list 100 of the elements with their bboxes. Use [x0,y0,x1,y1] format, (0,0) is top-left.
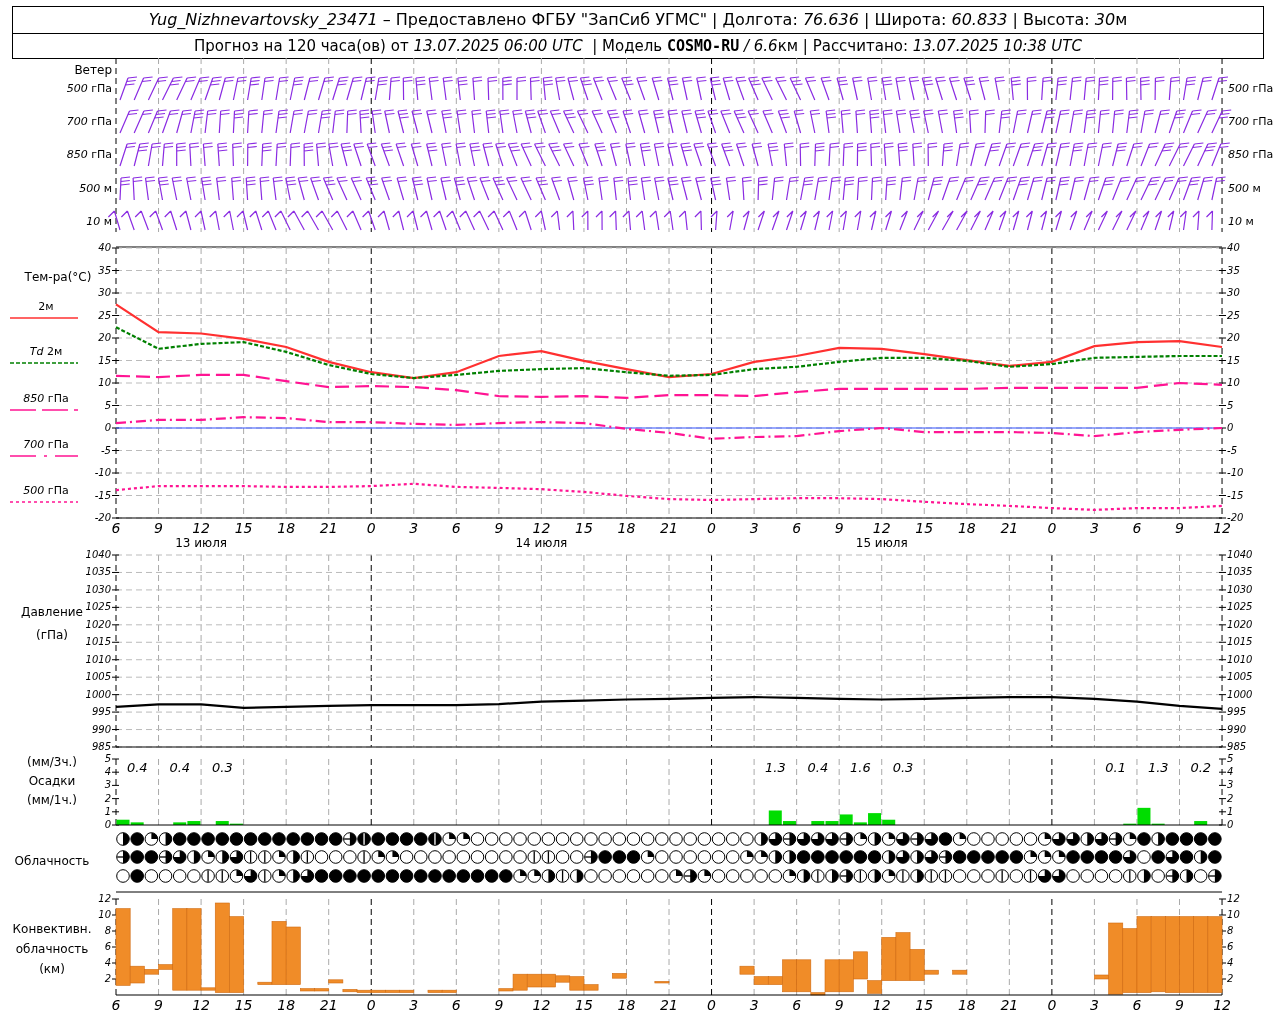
y-tick-label: 990 [1227,723,1247,735]
y-tick-label: 0 [1227,422,1234,433]
y-tick-label: 0 [104,819,111,828]
x-tick-label: 15 [915,997,934,1013]
forecast-info: Прогноз на 120 часа(ов) от 13.07.2025 06:00 UTC | Модель COSMO-RU / 6.6км | Рассчитано: 13.07.2025 10:38 UTC [13,33,1263,58]
y-tick-label: 1 [1227,805,1234,817]
y-tick-label: 1025 [85,601,111,613]
y-tick-label: 0 [1227,819,1234,828]
cloudiness-label: Облачность [14,854,90,868]
temperature-label: Тем-ра(°С) [24,270,92,284]
y-tick-label: 10 [1227,377,1240,388]
x-tick-label: 3 [1089,997,1099,1013]
x-tick-label: 21 [319,520,338,536]
x-tick-label: 9 [1175,997,1184,1013]
x-tick-label: 21 [660,997,678,1013]
x-tick-label: 9 [834,520,844,536]
y-tick-label: 8 [104,925,111,936]
x-tick-label: 12 [872,520,891,536]
y-tick-label: 20 [98,332,111,343]
x-tick-label: 18 [277,997,296,1013]
y-tick-label: 12 [98,893,111,904]
y-tick-label: 1010 [1227,653,1253,665]
x-tick-label: 15 [234,997,253,1013]
y-tick-label: 35 [1227,264,1240,276]
level-label: 10 м [1228,215,1254,229]
x-tick-label: 9 [154,520,163,536]
y-tick-label: 995 [1227,706,1247,718]
y-tick-label: 6 [1227,941,1234,952]
x-tick-label: 21 [1000,997,1019,1013]
y-tick-label: 10 [98,377,111,388]
level-label: 500 м [1228,182,1261,196]
level-label: 500 гПа [66,82,112,96]
y-tick-label: 1000 [1227,688,1253,700]
x-tick-label: 3 [409,997,419,1013]
x-tick-label: 6 [111,520,121,536]
precipitation-amount: 0.4 [126,759,148,775]
x-tick-label: 0 [707,520,716,536]
x-tick-label: 3 [1089,520,1099,536]
x-tick-label: 3 [749,997,759,1013]
legend-label: Td 2м [29,345,63,359]
y-tick-label: 990 [91,723,111,735]
y-tick-label: 1035 [1227,566,1253,578]
y-tick-label: 40 [98,242,111,253]
y-tick-label: -15 [1227,489,1244,501]
y-tick-label: 1015 [85,636,111,648]
x-tick-label: 0 [366,520,376,536]
x-tick-label: 21 [319,997,338,1013]
x-tick-label: 3 [409,520,419,536]
y-tick-label: 40 [1227,242,1240,253]
y-tick-label: 1040 [1227,550,1253,560]
y-tick-label: 30 [1227,287,1240,298]
y-tick-label: 10 [1227,909,1240,920]
y-tick-label: 4 [1227,957,1234,968]
x-tick-label: 6 [451,520,461,536]
x-tick-label: 12 [1213,520,1231,536]
precipitation-amount: 0.2 [1190,759,1212,775]
precipitation-amount: 0.4 [169,759,191,775]
x-tick-label: 21 [1000,520,1019,536]
y-tick-label: 2 [104,973,111,984]
y-tick-label: 5 [104,754,111,764]
y-tick-label: 2 [1227,973,1234,984]
x-tick-label: 12 [1213,997,1231,1013]
x-tick-label: 6 [792,520,802,536]
pressure-label: Давление [21,605,83,619]
legend-label: 2м [38,300,54,314]
x-tick-label: 18 [617,997,636,1013]
x-tick-label: 6 [1132,997,1142,1013]
legend-label: 500 гПа [23,484,69,498]
date-label: 15 июля [855,536,908,550]
y-tick-label: 1035 [85,566,111,578]
x-tick-label: 0 [1047,520,1057,536]
y-tick-label: 1015 [1227,636,1253,648]
x-tick-label: 18 [277,520,296,536]
precipitation-amount: 0.3 [212,759,233,775]
y-tick-label: 8 [1227,925,1234,936]
level-label: 500 гПа [1228,82,1274,96]
y-tick-label: 25 [98,309,111,321]
y-tick-label: 3 [104,779,111,791]
y-tick-label: 25 [1227,309,1240,321]
y-tick-label: 5 [104,399,111,411]
y-tick-label: 2 [1227,792,1234,804]
x-tick-label: 0 [1047,997,1057,1013]
x-tick-label: 9 [154,997,163,1013]
y-tick-label: 4 [104,957,111,968]
y-tick-label: -15 [94,489,111,501]
y-tick-label: 35 [98,264,111,276]
y-tick-label: 15 [1227,354,1240,366]
y-tick-label: 995 [91,706,111,718]
x-tick-label: 12 [872,997,891,1013]
y-tick-label: 1030 [1227,583,1253,595]
x-tick-label: 9 [834,997,844,1013]
y-tick-label: 5 [1227,399,1234,411]
x-tick-label: 9 [1175,520,1184,536]
x-tick-label: 15 [915,520,934,536]
y-tick-label: 1025 [1227,601,1253,613]
y-tick-label: -10 [1227,467,1244,478]
y-tick-label: 10 [98,909,111,920]
y-tick-label: -20 [1227,512,1244,523]
precipitation-amount: 1.3 [1147,759,1169,775]
x-tick-label: 6 [111,997,121,1013]
